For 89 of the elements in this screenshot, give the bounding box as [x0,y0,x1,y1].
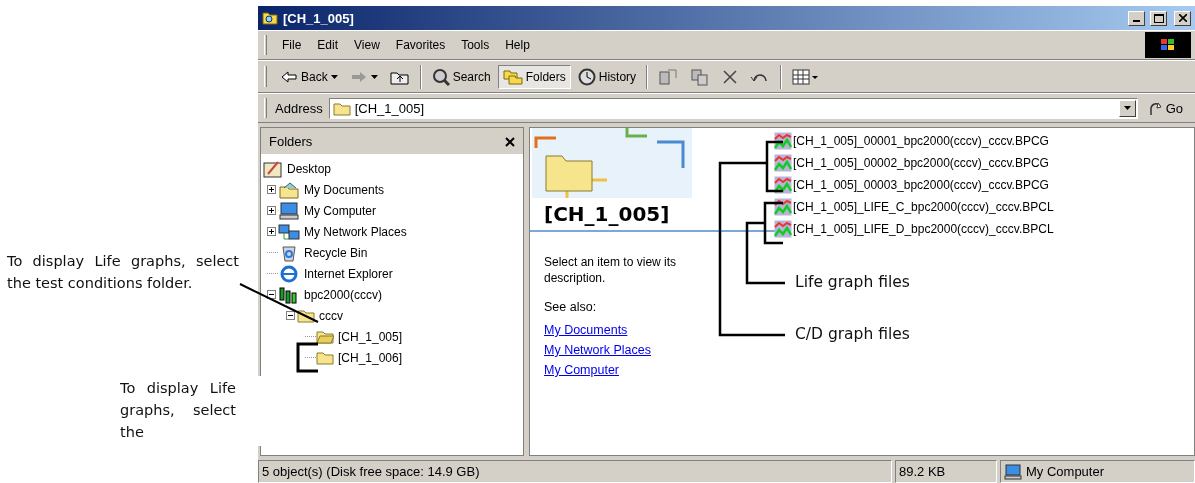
graph-file-icon [774,198,792,216]
tree-item[interactable]: My Documents [302,182,387,197]
annotation-text: To display Life graphs, select the test conditions folder. [7,252,239,293]
file-item[interactable]: [CH_1_005]_LIFE_C_bpc2000(cccv)_cccv.BPCL [774,196,1054,218]
folder-icon [278,180,300,199]
folders-icon [502,68,523,85]
annotation-text: To display Life graphs, select the [120,379,236,442]
tree-item[interactable]: bpc2000(cccv) [302,287,385,302]
dropdown-button[interactable] [1118,99,1136,117]
views-grid-icon [792,68,819,85]
callout-label: C/D graph files [795,325,910,343]
see-also-label: See also: [543,299,598,316]
open-folder-icon [316,329,334,344]
file-item[interactable]: [CH_1_005]_00003_bpc2000(cccv)_cccv.BPCG [774,174,1049,196]
windows-logo-icon [1145,32,1191,58]
window-title: [CH_1_005] [283,10,355,26]
back-arrow-icon [280,69,298,84]
expand-toggle-icon[interactable] [286,311,295,320]
toolbar-button[interactable]: Folders [497,64,571,89]
folder-search-icon [262,10,278,26]
maximize-icon [1153,13,1164,23]
link[interactable]: My Computer [530,360,634,380]
graph-file-icon [774,220,792,238]
close-icon [505,136,515,147]
tree-item[interactable]: My Network Places [302,224,409,239]
link[interactable]: My Documents [530,320,642,340]
menu-item[interactable]: Favorites [388,36,453,54]
menu-item[interactable]: View [347,36,387,54]
status-text: 5 object(s) (Disk free space: 14.9 GB) [258,460,892,483]
toolbar-button[interactable]: History [572,63,642,90]
graph-file-icon [774,176,792,194]
tree-item[interactable]: [CH_1_005] [336,329,405,344]
browser-e-icon [278,264,300,283]
computer-icon [278,201,300,220]
callout-label: Life graph files [795,273,910,291]
bracket-line [765,140,783,193]
folder-icon [316,350,334,365]
tree-item[interactable]: cccv [317,308,345,323]
battery-cells-icon [278,285,300,304]
folder-icon [297,308,315,323]
expand-toggle-icon[interactable] [267,185,276,194]
address-label: Address [275,100,323,116]
minimize-button[interactable] [1128,10,1145,26]
caret-icon [370,74,378,79]
tree-item[interactable]: My Computer [302,203,379,218]
close-button[interactable] [1174,10,1191,26]
graph-file-icon [774,154,792,172]
computer-icon [1004,463,1022,480]
tree-item[interactable]: Recycle Bin [302,245,370,260]
network-computers-icon [278,222,300,241]
expand-toggle-icon[interactable] [267,290,276,299]
copy-to-icon [690,67,711,86]
file-item[interactable]: [CH_1_005]_00001_bpc2000(cccv)_cccv.BPCG [774,130,1049,152]
menu-item[interactable]: Edit [310,36,346,54]
status-size: 89.2 KB [895,460,997,483]
file-item[interactable]: [CH_1_005]_00002_bpc2000(cccv)_cccv.BPCG [774,152,1049,174]
folder-icon [332,100,351,116]
toolbar-button[interactable]: Back [275,65,343,88]
go-button[interactable]: Go [1139,100,1191,116]
maximize-button[interactable] [1150,10,1167,26]
status-zone: My Computer [1000,460,1195,483]
clock-icon [577,67,596,86]
menu-item[interactable]: Tools [454,36,497,54]
folder-title: [CH_1_005] [530,198,776,232]
expand-toggle-icon[interactable] [267,206,276,215]
bracket-line [763,201,783,245]
toolbar-button[interactable]: Search [426,63,496,90]
caret-icon [1123,106,1131,110]
tree-item[interactable]: Desktop [285,161,334,176]
close-icon [1178,14,1187,22]
graph-file-icon [774,132,792,150]
link[interactable]: My Network Places [530,340,665,360]
desktop-icon [263,159,283,178]
address-field[interactable]: [CH_1_005] [328,97,1138,119]
forward-arrow-icon [349,69,368,84]
bracket-line [296,342,318,373]
menu-item[interactable]: File [275,36,309,54]
pane-title: Folders [269,133,313,149]
tree-item[interactable]: [CH_1_006] [336,350,405,365]
description-text: Select an item to view its description. [543,254,678,286]
move-to-icon [658,67,679,86]
expand-toggle-icon[interactable] [267,227,276,236]
go-arrow-icon [1147,100,1164,116]
caret-icon [330,74,338,79]
search-icon [431,67,450,86]
file-item[interactable]: [CH_1_005]_LIFE_D_bpc2000(cccv)_cccv.BPCL [774,218,1054,240]
delete-x-icon [722,68,739,85]
tree-item[interactable]: Internet Explorer [302,266,395,281]
menu-item[interactable]: Help [498,36,537,54]
